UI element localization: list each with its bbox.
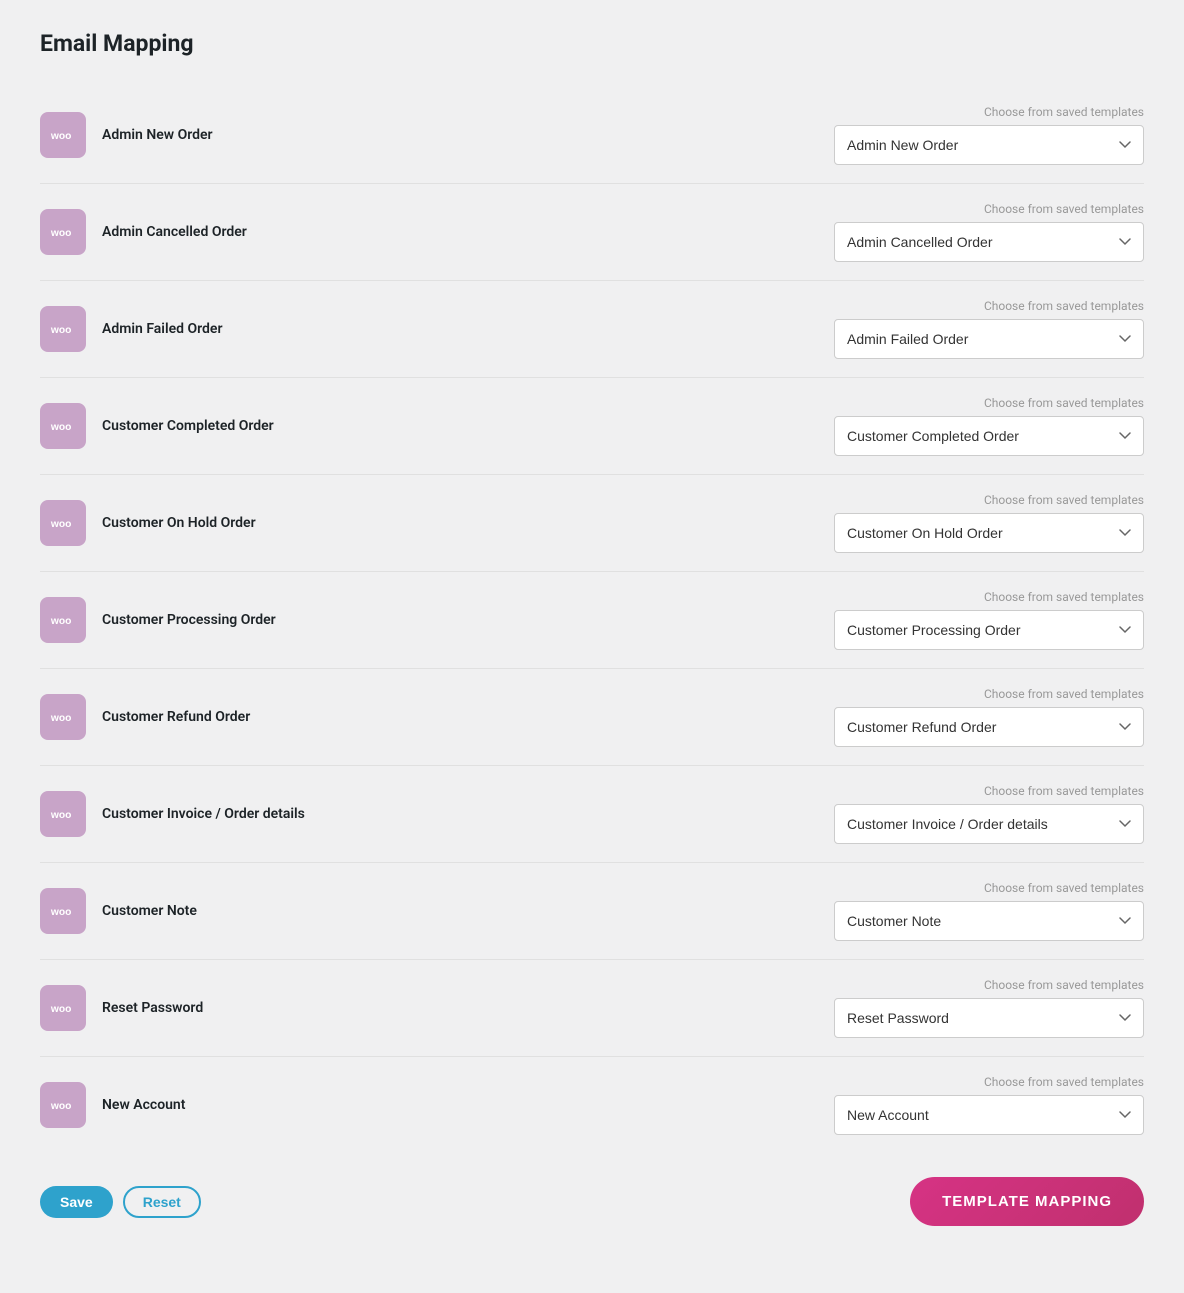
svg-text:woo: woo (50, 131, 72, 142)
select-label-new-account: Choose from saved templates (984, 1075, 1144, 1089)
row-label-customer-completed-order: Customer Completed Order (102, 418, 274, 434)
footer: Save Reset TEMPLATE MAPPING (40, 1177, 1144, 1226)
template-select-customer-refund-order[interactable]: Customer Refund Order (834, 707, 1144, 747)
mapping-row-admin-cancelled-order: woo Admin Cancelled Order Choose from sa… (40, 184, 1144, 281)
select-label-customer-on-hold-order: Choose from saved templates (984, 493, 1144, 507)
woo-icon-admin-cancelled-order: woo (40, 209, 86, 255)
select-label-customer-invoice-order-details: Choose from saved templates (984, 784, 1144, 798)
row-label-customer-refund-order: Customer Refund Order (102, 709, 250, 725)
woo-icon-customer-processing-order: woo (40, 597, 86, 643)
template-select-customer-note[interactable]: Customer Note (834, 901, 1144, 941)
mapping-row-customer-on-hold-order: woo Customer On Hold Order Choose from s… (40, 475, 1144, 572)
woo-icon-reset-password: woo (40, 985, 86, 1031)
row-right-customer-completed-order: Choose from saved templates Customer Com… (834, 396, 1144, 456)
row-right-new-account: Choose from saved templates New Account (834, 1075, 1144, 1135)
row-left-customer-completed-order: woo Customer Completed Order (40, 403, 274, 449)
mapping-row-customer-invoice-order-details: woo Customer Invoice / Order details Cho… (40, 766, 1144, 863)
svg-text:woo: woo (50, 228, 72, 239)
template-select-customer-invoice-order-details[interactable]: Customer Invoice / Order details (834, 804, 1144, 844)
woo-icon-customer-completed-order: woo (40, 403, 86, 449)
svg-text:woo: woo (50, 810, 72, 821)
email-mapping-list: woo Admin New Order Choose from saved te… (40, 87, 1144, 1153)
woo-icon-admin-new-order: woo (40, 112, 86, 158)
row-right-admin-failed-order: Choose from saved templates Admin Failed… (834, 299, 1144, 359)
mapping-row-customer-refund-order: woo Customer Refund Order Choose from sa… (40, 669, 1144, 766)
row-left-customer-note: woo Customer Note (40, 888, 197, 934)
woo-icon-customer-invoice-order-details: woo (40, 791, 86, 837)
template-select-customer-completed-order[interactable]: Customer Completed Order (834, 416, 1144, 456)
woo-icon-customer-refund-order: woo (40, 694, 86, 740)
row-right-customer-processing-order: Choose from saved templates Customer Pro… (834, 590, 1144, 650)
svg-text:woo: woo (50, 422, 72, 433)
template-select-customer-processing-order[interactable]: Customer Processing Order (834, 610, 1144, 650)
select-label-admin-cancelled-order: Choose from saved templates (984, 202, 1144, 216)
row-left-customer-on-hold-order: woo Customer On Hold Order (40, 500, 256, 546)
svg-text:woo: woo (50, 907, 72, 918)
svg-text:woo: woo (50, 519, 72, 530)
row-right-customer-invoice-order-details: Choose from saved templates Customer Inv… (834, 784, 1144, 844)
row-label-customer-note: Customer Note (102, 903, 197, 919)
select-label-admin-new-order: Choose from saved templates (984, 105, 1144, 119)
template-select-customer-on-hold-order[interactable]: Customer On Hold Order (834, 513, 1144, 553)
row-label-customer-invoice-order-details: Customer Invoice / Order details (102, 806, 305, 822)
select-label-customer-note: Choose from saved templates (984, 881, 1144, 895)
template-select-admin-new-order[interactable]: Admin New Order (834, 125, 1144, 165)
row-left-reset-password: woo Reset Password (40, 985, 203, 1031)
template-mapping-button[interactable]: TEMPLATE MAPPING (910, 1177, 1144, 1226)
row-left-admin-failed-order: woo Admin Failed Order (40, 306, 223, 352)
template-select-new-account[interactable]: New Account (834, 1095, 1144, 1135)
svg-text:woo: woo (50, 325, 72, 336)
template-select-reset-password[interactable]: Reset Password (834, 998, 1144, 1038)
svg-text:woo: woo (50, 1004, 72, 1015)
row-label-admin-failed-order: Admin Failed Order (102, 321, 223, 337)
row-left-customer-invoice-order-details: woo Customer Invoice / Order details (40, 791, 305, 837)
select-label-customer-completed-order: Choose from saved templates (984, 396, 1144, 410)
row-label-admin-cancelled-order: Admin Cancelled Order (102, 224, 247, 240)
mapping-row-customer-completed-order: woo Customer Completed Order Choose from… (40, 378, 1144, 475)
row-label-new-account: New Account (102, 1097, 185, 1113)
mapping-row-reset-password: woo Reset Password Choose from saved tem… (40, 960, 1144, 1057)
row-right-customer-refund-order: Choose from saved templates Customer Ref… (834, 687, 1144, 747)
mapping-row-customer-note: woo Customer Note Choose from saved temp… (40, 863, 1144, 960)
woo-icon-customer-on-hold-order: woo (40, 500, 86, 546)
svg-text:woo: woo (50, 616, 72, 627)
row-right-customer-on-hold-order: Choose from saved templates Customer On … (834, 493, 1144, 553)
select-label-customer-refund-order: Choose from saved templates (984, 687, 1144, 701)
footer-left-buttons: Save Reset (40, 1186, 201, 1218)
woo-icon-customer-note: woo (40, 888, 86, 934)
mapping-row-admin-failed-order: woo Admin Failed Order Choose from saved… (40, 281, 1144, 378)
select-label-reset-password: Choose from saved templates (984, 978, 1144, 992)
svg-text:woo: woo (50, 1101, 72, 1112)
row-right-reset-password: Choose from saved templates Reset Passwo… (834, 978, 1144, 1038)
row-right-customer-note: Choose from saved templates Customer Not… (834, 881, 1144, 941)
save-button[interactable]: Save (40, 1186, 113, 1218)
svg-text:woo: woo (50, 713, 72, 724)
woo-icon-new-account: woo (40, 1082, 86, 1128)
row-left-new-account: woo New Account (40, 1082, 185, 1128)
row-label-admin-new-order: Admin New Order (102, 127, 213, 143)
row-left-admin-new-order: woo Admin New Order (40, 112, 213, 158)
template-select-admin-failed-order[interactable]: Admin Failed Order (834, 319, 1144, 359)
row-label-customer-on-hold-order: Customer On Hold Order (102, 515, 256, 531)
row-right-admin-cancelled-order: Choose from saved templates Admin Cancel… (834, 202, 1144, 262)
row-right-admin-new-order: Choose from saved templates Admin New Or… (834, 105, 1144, 165)
row-left-customer-processing-order: woo Customer Processing Order (40, 597, 276, 643)
row-label-reset-password: Reset Password (102, 1000, 203, 1016)
woo-icon-admin-failed-order: woo (40, 306, 86, 352)
select-label-admin-failed-order: Choose from saved templates (984, 299, 1144, 313)
page-title: Email Mapping (40, 30, 1144, 57)
reset-button[interactable]: Reset (123, 1186, 201, 1218)
mapping-row-customer-processing-order: woo Customer Processing Order Choose fro… (40, 572, 1144, 669)
row-left-admin-cancelled-order: woo Admin Cancelled Order (40, 209, 247, 255)
row-left-customer-refund-order: woo Customer Refund Order (40, 694, 250, 740)
template-select-admin-cancelled-order[interactable]: Admin Cancelled Order (834, 222, 1144, 262)
mapping-row-admin-new-order: woo Admin New Order Choose from saved te… (40, 87, 1144, 184)
select-label-customer-processing-order: Choose from saved templates (984, 590, 1144, 604)
mapping-row-new-account: woo New Account Choose from saved templa… (40, 1057, 1144, 1153)
row-label-customer-processing-order: Customer Processing Order (102, 612, 276, 628)
